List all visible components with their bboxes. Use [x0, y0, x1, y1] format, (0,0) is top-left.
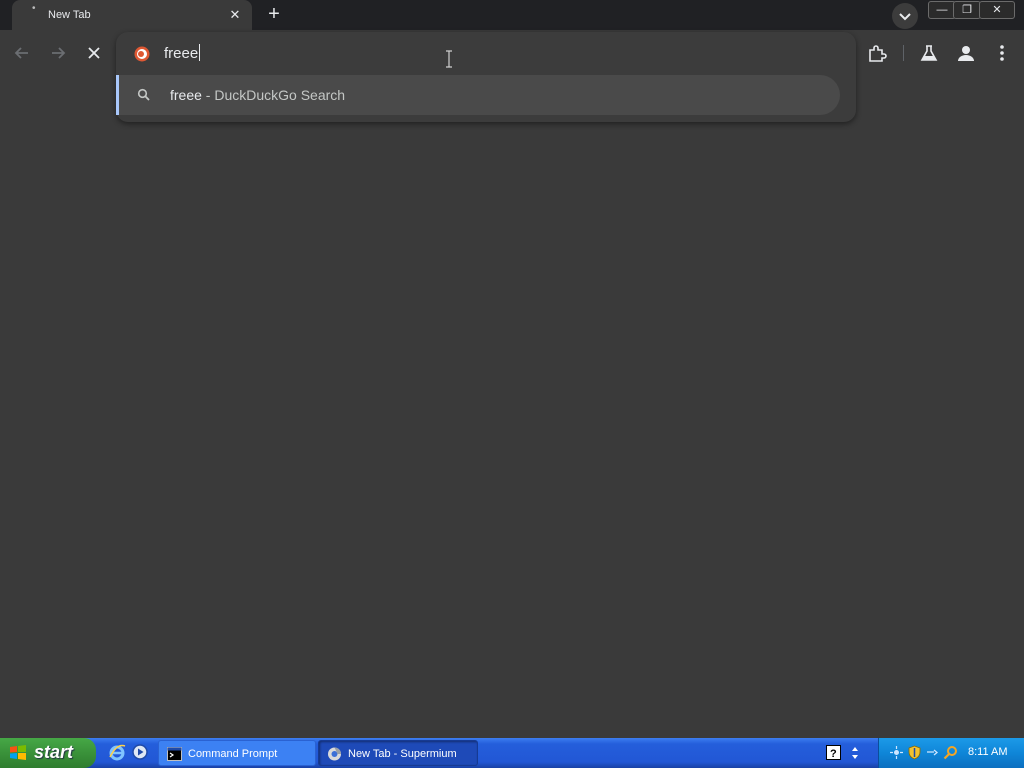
new-tab-button[interactable]: +: [262, 3, 286, 27]
tab-strip: • New Tab ✕ + — ❐ ✕: [0, 0, 1024, 30]
text-cursor-icon: [444, 50, 454, 68]
profile-button[interactable]: [955, 42, 977, 64]
tab-close-icon[interactable]: ✕: [226, 6, 244, 24]
omnibox-popup: freee - DuckDuckGo Search: [116, 32, 856, 122]
search-icon: [137, 88, 151, 102]
close-window-button[interactable]: ✕: [979, 1, 1015, 19]
arrow-right-icon: [52, 47, 66, 59]
network-icon[interactable]: [889, 745, 904, 760]
puzzle-icon: [869, 45, 887, 62]
internet-explorer-icon[interactable]: [108, 743, 126, 761]
selection-indicator: [116, 75, 119, 115]
suggestion-text: freee - DuckDuckGo Search: [170, 87, 345, 103]
arrow-left-icon: [14, 47, 28, 59]
suggestion-engine: - DuckDuckGo Search: [201, 87, 346, 103]
windows-flag-icon: [9, 744, 27, 762]
svg-text:?: ?: [830, 748, 837, 759]
minimize-button[interactable]: —: [928, 1, 956, 19]
back-button[interactable]: [11, 42, 33, 64]
close-icon: [88, 47, 100, 59]
cmd-icon: [167, 747, 182, 761]
chevron-down-icon: [899, 13, 911, 21]
start-label: start: [34, 742, 74, 762]
kebab-menu-icon: [1000, 45, 1004, 61]
help-icon[interactable]: ?: [826, 745, 841, 760]
flask-icon: [920, 45, 938, 61]
search-magnifier-icon[interactable]: [943, 745, 958, 760]
tab-title: New Tab: [48, 9, 91, 21]
volume-icon[interactable]: [925, 745, 940, 760]
suggestion-query: freee: [170, 87, 202, 103]
duckduckgo-icon: [134, 46, 150, 62]
person-icon: [958, 46, 974, 61]
media-player-icon[interactable]: [131, 743, 149, 761]
browser-icon: [327, 747, 342, 761]
scroll-arrows-icon[interactable]: [850, 745, 860, 760]
taskbar: start Command Prompt New Tab - Supermium…: [0, 738, 1024, 768]
security-shield-icon[interactable]: [907, 745, 922, 760]
system-tray: 8:11 AM: [878, 738, 1024, 768]
start-button[interactable]: start: [0, 738, 96, 768]
task-label: New Tab - Supermium: [348, 748, 457, 760]
task-label: Command Prompt: [188, 748, 278, 760]
task-supermium[interactable]: New Tab - Supermium: [318, 740, 478, 766]
tab-loading-icon: •: [32, 3, 36, 14]
stop-button[interactable]: [83, 42, 105, 64]
toolbar-divider: [903, 45, 904, 61]
labs-button[interactable]: [918, 42, 940, 64]
extensions-button[interactable]: [866, 42, 888, 64]
tab-new-tab[interactable]: • New Tab ✕: [12, 0, 252, 30]
restore-button[interactable]: ❐: [953, 1, 981, 19]
address-bar-input[interactable]: [164, 42, 764, 64]
clock: 8:11 AM: [968, 746, 1008, 758]
text-caret: [199, 44, 200, 61]
forward-button[interactable]: [47, 42, 69, 64]
task-command-prompt[interactable]: Command Prompt: [158, 740, 316, 766]
browser-window: • New Tab ✕ + — ❐ ✕ freee freee - DuckDu…: [0, 0, 1024, 738]
omnibox-suggestion[interactable]: freee - DuckDuckGo Search: [116, 75, 840, 115]
menu-button[interactable]: [991, 42, 1013, 64]
tab-search-button[interactable]: [892, 3, 918, 29]
